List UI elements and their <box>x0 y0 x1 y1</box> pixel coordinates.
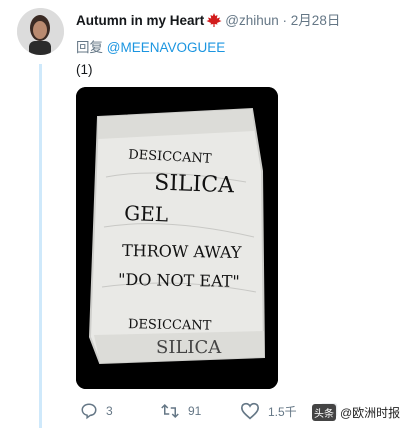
header-separator: · <box>282 13 288 28</box>
author-name[interactable]: Autumn in my Heart <box>76 13 204 28</box>
reply-count: 3 <box>106 404 113 418</box>
avatar-image <box>17 8 64 55</box>
source-watermark: 头条 @欧洲时报 <box>312 401 404 423</box>
like-count: 1.5千 <box>268 404 297 419</box>
reply-button[interactable]: 3 <box>80 402 113 420</box>
tweet-date[interactable]: 2月28日 <box>291 13 341 28</box>
packet-line-4: THROW AWAY <box>122 241 242 262</box>
tweet-media-image[interactable]: DESICCANT SILICA GEL THROW AWAY "DO NOT … <box>76 87 278 389</box>
reply-prefix: 回复 <box>76 40 107 55</box>
retweet-count: 91 <box>188 404 202 418</box>
like-button[interactable]: 1.5千 <box>240 402 297 420</box>
silica-gel-packet-image: DESICCANT SILICA GEL THROW AWAY "DO NOT … <box>76 87 278 389</box>
avatar[interactable] <box>17 8 64 55</box>
packet-line-3: GEL <box>124 201 169 227</box>
thread-line <box>39 64 42 428</box>
reply-bubble-icon <box>81 403 97 420</box>
retweet-icon <box>161 403 179 419</box>
packet-line-7: SILICA <box>156 337 222 358</box>
packet-line-6: DESICCANT <box>128 317 212 333</box>
watermark-text: @欧洲时报 <box>340 405 401 420</box>
packet-line-5: "DO NOT EAT" <box>118 270 240 291</box>
heart-icon <box>240 402 260 420</box>
author-handle[interactable]: @zhihun <box>225 13 279 28</box>
packet-line-2: SILICA <box>154 171 236 199</box>
tweet-header: Autumn in my Heart @zhihun · 2月28日 <box>76 12 340 29</box>
toutiao-logo: 头条 <box>312 403 336 421</box>
reply-context: 回复 @MEENAVOGUEE <box>76 36 225 56</box>
reply-mention-link[interactable]: @MEENAVOGUEE <box>107 40 225 55</box>
tweet-text: (1) <box>76 62 93 77</box>
maple-leaf-icon <box>206 13 222 27</box>
retweet-button[interactable]: 91 <box>160 402 201 420</box>
